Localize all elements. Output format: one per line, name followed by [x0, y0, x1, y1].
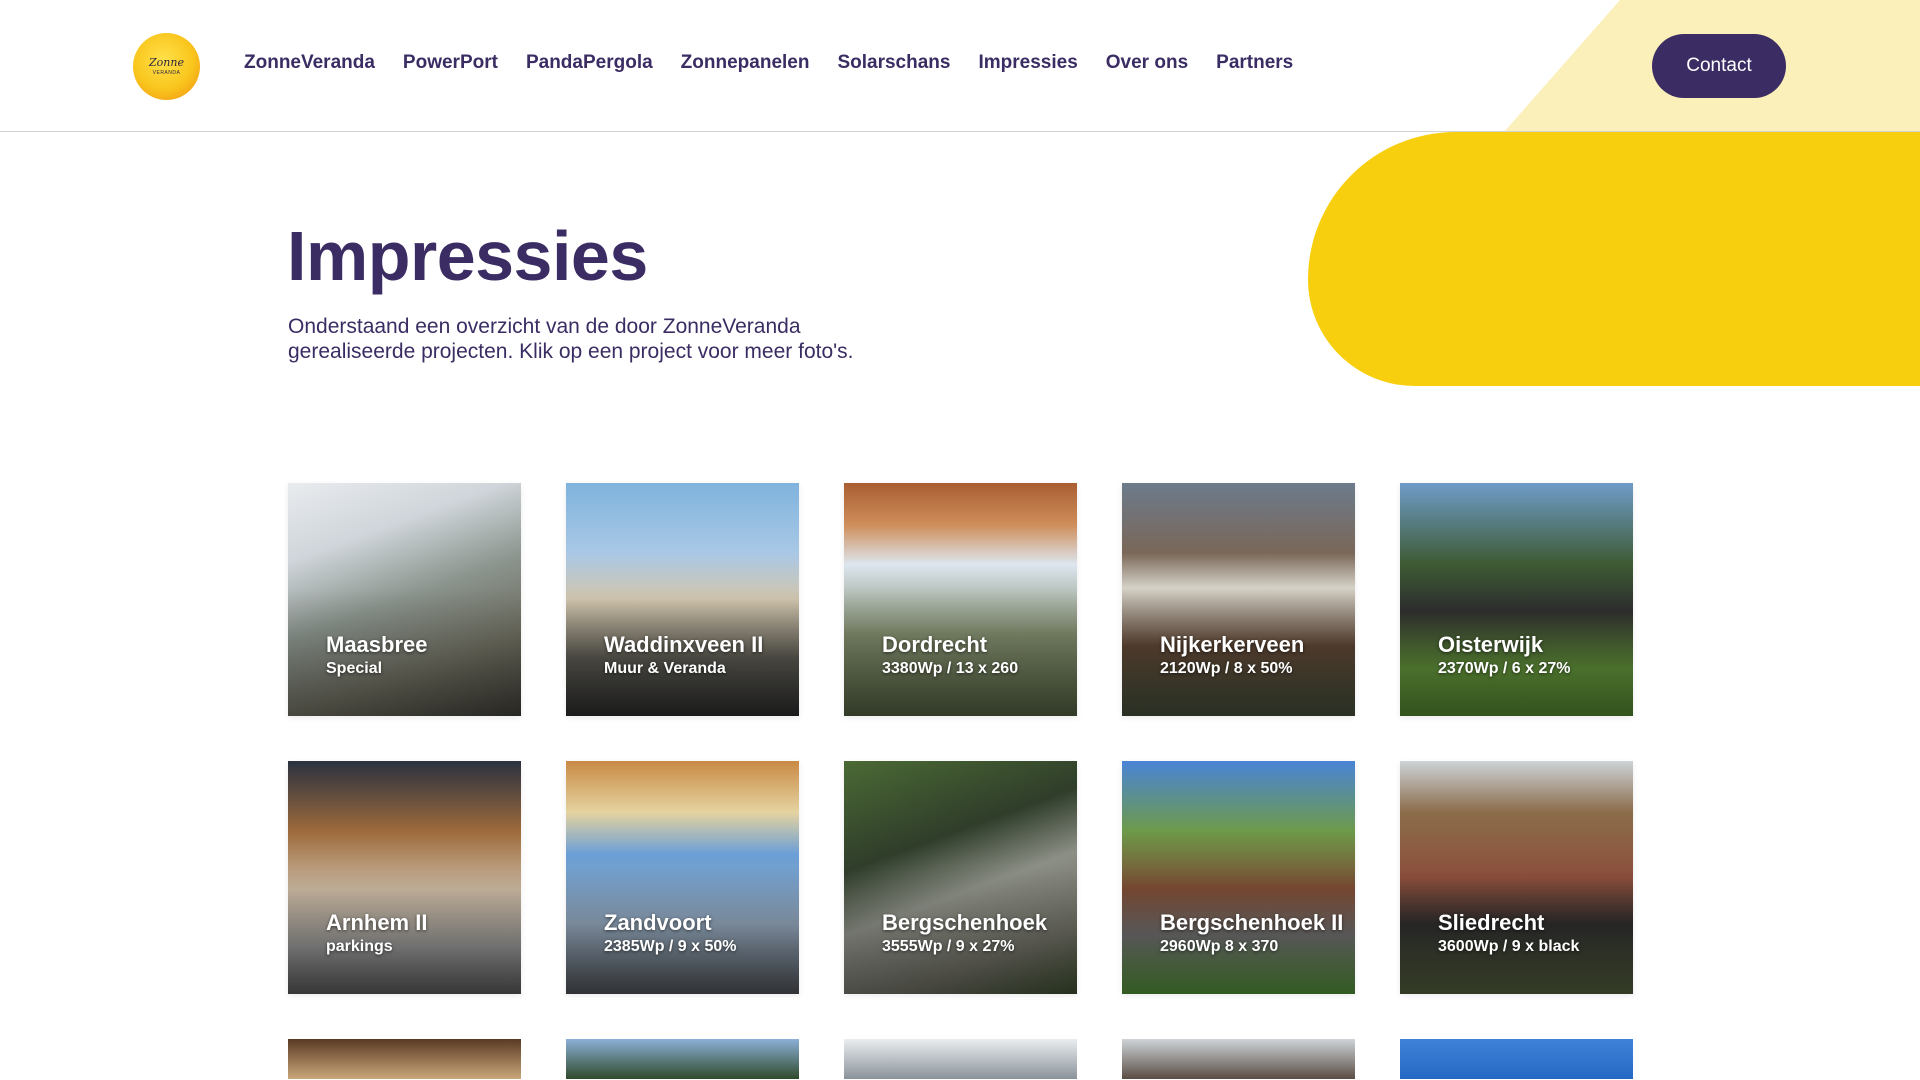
logo-text: Zonne — [149, 56, 184, 69]
card-caption: Nijkerkerveen 2120Wp / 8 x 50% — [1160, 632, 1347, 680]
project-card-partial[interactable] — [288, 1039, 521, 1079]
main-nav: ZonneVeranda PowerPort PandaPergola Zonn… — [244, 52, 1293, 74]
project-title: Nijkerkerveen — [1160, 632, 1305, 657]
project-card[interactable]: Nijkerkerveen 2120Wp / 8 x 50% — [1122, 483, 1355, 716]
nav-item-zonneveranda[interactable]: ZonneVeranda — [244, 52, 375, 74]
project-subtitle: 3600Wp / 9 x black — [1438, 938, 1580, 955]
project-card[interactable]: Dordrecht 3380Wp / 13 x 260 — [844, 483, 1077, 716]
card-caption: Oisterwijk 2370Wp / 6 x 27% — [1438, 632, 1625, 680]
project-title: Zandvoort — [604, 910, 712, 935]
card-caption: Dordrecht 3380Wp / 13 x 260 — [882, 632, 1069, 680]
project-title: Bergschenhoek II — [1160, 910, 1344, 935]
project-card-partial[interactable] — [844, 1039, 1077, 1079]
project-card[interactable]: Bergschenhoek 3555Wp / 9 x 27% — [844, 761, 1077, 994]
project-card-partial[interactable] — [1122, 1039, 1355, 1079]
page-title: Impressies — [287, 217, 648, 295]
card-caption: Sliedrecht 3600Wp / 9 x black — [1438, 910, 1625, 958]
project-subtitle: 2385Wp / 9 x 50% — [604, 938, 737, 955]
background-shape-yellow — [1308, 132, 1920, 386]
project-grid: Maasbree Special Waddinxveen II Muur & V… — [288, 483, 1634, 1079]
nav-item-over-ons[interactable]: Over ons — [1106, 52, 1188, 74]
card-caption: Bergschenhoek 3555Wp / 9 x 27% — [882, 910, 1069, 958]
project-subtitle: Special — [326, 660, 383, 677]
project-subtitle: parkings — [326, 938, 393, 955]
project-title: Oisterwijk — [1438, 632, 1544, 657]
project-subtitle: Muur & Veranda — [604, 660, 726, 677]
project-card[interactable]: Zandvoort 2385Wp / 9 x 50% — [566, 761, 799, 994]
nav-item-impressies[interactable]: Impressies — [978, 52, 1077, 74]
project-card[interactable]: Oisterwijk 2370Wp / 6 x 27% — [1400, 483, 1633, 716]
page-intro: Onderstaand een overzicht van de door Zo… — [288, 315, 854, 363]
nav-item-pandapergola[interactable]: PandaPergola — [526, 52, 653, 74]
project-subtitle: 2120Wp / 8 x 50% — [1160, 660, 1293, 677]
logo-subtext: VERANDA — [152, 70, 181, 76]
nav-item-partners[interactable]: Partners — [1216, 52, 1293, 74]
nav-item-zonnepanelen[interactable]: Zonnepanelen — [681, 52, 810, 74]
project-card[interactable]: Arnhem II parkings — [288, 761, 521, 994]
project-title: Dordrecht — [882, 632, 988, 657]
project-subtitle: 3380Wp / 13 x 260 — [882, 660, 1019, 677]
project-card[interactable]: Maasbree Special — [288, 483, 521, 716]
card-caption: Bergschenhoek II 2960Wp 8 x 370 — [1160, 910, 1347, 958]
project-subtitle: 2960Wp 8 x 370 — [1160, 938, 1279, 955]
card-caption: Zandvoort 2385Wp / 9 x 50% — [604, 910, 791, 958]
project-title: Arnhem II — [326, 910, 428, 935]
project-subtitle: 2370Wp / 6 x 27% — [1438, 660, 1571, 677]
project-title: Maasbree — [326, 632, 428, 657]
project-card[interactable]: Bergschenhoek II 2960Wp 8 x 370 — [1122, 761, 1355, 994]
project-card[interactable]: Sliedrecht 3600Wp / 9 x black — [1400, 761, 1633, 994]
project-card-partial[interactable] — [566, 1039, 799, 1079]
nav-item-powerport[interactable]: PowerPort — [403, 52, 498, 74]
card-caption: Maasbree Special — [326, 632, 513, 680]
card-caption: Waddinxveen II Muur & Veranda — [604, 632, 791, 680]
project-title: Waddinxveen II — [604, 632, 764, 657]
project-title: Sliedrecht — [1438, 910, 1545, 935]
logo[interactable]: Zonne VERANDA — [133, 33, 200, 100]
site-header: Zonne VERANDA ZonneVeranda PowerPort Pan… — [0, 0, 1920, 132]
project-title: Bergschenhoek — [882, 910, 1048, 935]
project-card-partial[interactable] — [1400, 1039, 1633, 1079]
contact-button[interactable]: Contact — [1652, 34, 1786, 98]
project-card[interactable]: Waddinxveen II Muur & Veranda — [566, 483, 799, 716]
nav-item-solarschans[interactable]: Solarschans — [837, 52, 950, 74]
project-subtitle: 3555Wp / 9 x 27% — [882, 938, 1015, 955]
card-caption: Arnhem II parkings — [326, 910, 513, 958]
